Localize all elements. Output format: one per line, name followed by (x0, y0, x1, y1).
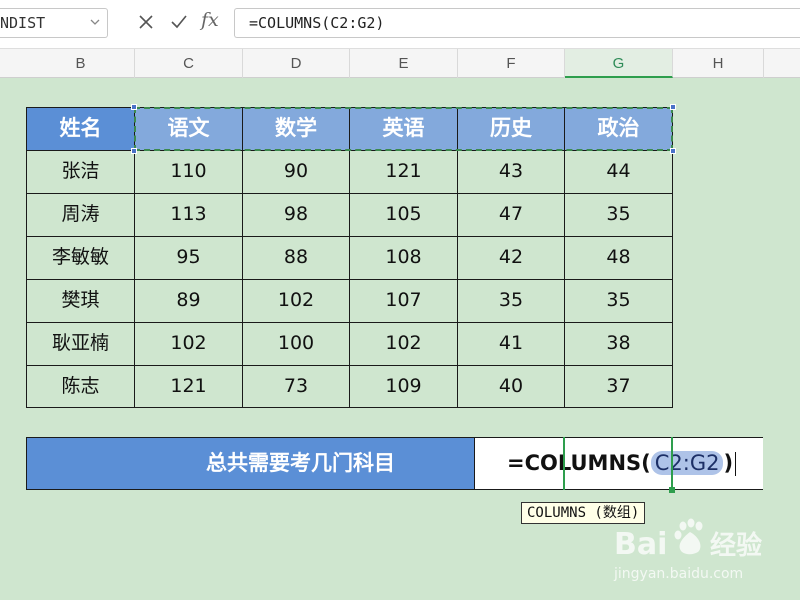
column-header-bar: B C D E F G H (0, 48, 800, 78)
column-header-g[interactable]: G (565, 49, 673, 78)
score-cell[interactable]: 47 (457, 193, 565, 237)
name-cell[interactable]: 樊琪 (26, 279, 135, 323)
formula-input-text: =COLUMNS(C2:G2) (249, 14, 385, 32)
score-cell[interactable]: 102 (242, 279, 350, 323)
formula-bar: NDIST fx =COLUMNS(C2:G2) (0, 0, 800, 48)
score-cell[interactable]: 95 (134, 236, 243, 280)
insert-function-icon[interactable]: fx (201, 9, 219, 31)
in-cell-formula: =COLUMNS(C2:G2) (507, 438, 737, 489)
selection-handle[interactable] (670, 148, 676, 154)
header-cell-name[interactable]: 姓名 (26, 107, 135, 151)
summary-label-cell[interactable]: 总共需要考几门科目 (26, 437, 475, 490)
score-cell[interactable]: 100 (242, 322, 350, 366)
score-cell[interactable]: 107 (349, 279, 458, 323)
score-cell[interactable]: 35 (564, 279, 673, 323)
watermark-brand-cn: 经验 (710, 530, 762, 561)
score-cell[interactable]: 121 (349, 150, 458, 194)
name-cell[interactable]: 耿亚楠 (26, 322, 135, 366)
formula-edit-cell[interactable]: =COLUMNS(C2:G2) (475, 437, 763, 490)
column-header-d[interactable]: D (243, 49, 350, 78)
name-cell[interactable]: 张洁 (26, 150, 135, 194)
score-cell[interactable]: 108 (349, 236, 458, 280)
name-cell[interactable]: 李敏敏 (26, 236, 135, 280)
score-cell[interactable]: 35 (564, 193, 673, 237)
selection-handle[interactable] (131, 148, 137, 154)
score-cell[interactable]: 113 (134, 193, 243, 237)
chevron-down-icon[interactable] (89, 16, 101, 28)
formula-prefix: =COLUMNS( (507, 451, 651, 475)
score-cell[interactable]: 110 (134, 150, 243, 194)
selection-handle[interactable] (670, 104, 676, 110)
score-cell[interactable]: 102 (349, 322, 458, 366)
score-cell[interactable]: 35 (457, 279, 565, 323)
watermark-url: jingyan.baidu.com (613, 566, 743, 582)
score-cell[interactable]: 73 (242, 365, 350, 408)
column-header-c[interactable]: C (135, 49, 243, 78)
score-cell[interactable]: 89 (134, 279, 243, 323)
score-cell[interactable]: 40 (457, 365, 565, 408)
name-box-value: NDIST (0, 14, 46, 32)
name-cell[interactable]: 周涛 (26, 193, 135, 237)
text-cursor (735, 452, 737, 476)
formula-range-reference[interactable]: C2:G2 (650, 451, 724, 475)
fill-handle[interactable] (669, 487, 675, 493)
header-cell-english[interactable]: 英语 (349, 107, 458, 151)
check-icon[interactable] (169, 12, 189, 32)
score-cell[interactable]: 37 (564, 365, 673, 408)
score-cell[interactable]: 44 (564, 150, 673, 194)
score-cell[interactable]: 41 (457, 322, 565, 366)
header-cell-politics[interactable]: 政治 (564, 107, 673, 151)
score-cell[interactable]: 43 (457, 150, 565, 194)
name-box[interactable]: NDIST (0, 8, 108, 38)
formula-input[interactable]: =COLUMNS(C2:G2) (234, 8, 800, 38)
score-cell[interactable]: 48 (564, 236, 673, 280)
score-cell[interactable]: 98 (242, 193, 350, 237)
column-header-f[interactable]: F (458, 49, 565, 78)
column-header-b[interactable]: B (27, 49, 135, 78)
close-icon[interactable] (136, 12, 156, 32)
header-cell-history[interactable]: 历史 (457, 107, 565, 151)
baidu-jingyan-watermark-logo: Bai 经验 jingyan.baidu.com (613, 518, 762, 582)
name-cell[interactable]: 陈志 (26, 365, 135, 408)
score-cell[interactable]: 88 (242, 236, 350, 280)
selection-handle[interactable] (131, 104, 137, 110)
score-cell[interactable]: 102 (134, 322, 243, 366)
score-cell[interactable]: 105 (349, 193, 458, 237)
watermark-brand: Bai (614, 527, 667, 562)
score-cell[interactable]: 38 (564, 322, 673, 366)
score-cell[interactable]: 90 (242, 150, 350, 194)
score-cell[interactable]: 42 (457, 236, 565, 280)
header-cell-math[interactable]: 数学 (242, 107, 350, 151)
score-cell[interactable]: 121 (134, 365, 243, 408)
formula-suffix: ) (723, 451, 734, 475)
header-cell-chinese[interactable]: 语文 (134, 107, 243, 151)
score-cell[interactable]: 109 (349, 365, 458, 408)
column-header-h[interactable]: H (673, 49, 764, 78)
column-header-e[interactable]: E (350, 49, 458, 78)
